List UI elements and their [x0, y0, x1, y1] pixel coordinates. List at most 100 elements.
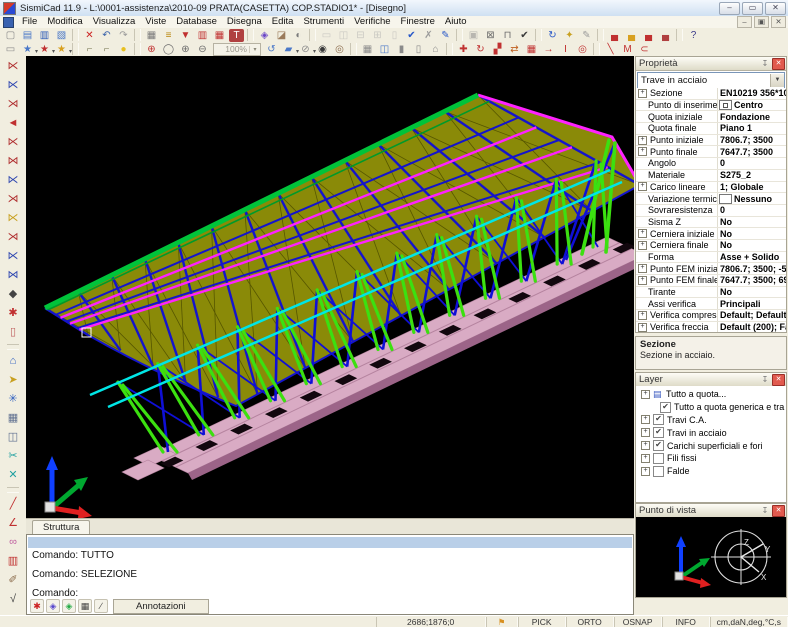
tab-struttura[interactable]: Struttura — [32, 520, 90, 535]
pin-icon[interactable]: ↧ — [760, 375, 770, 385]
orbit-3d-icon[interactable]: ↺ — [264, 43, 279, 56]
view-favorite-red-icon[interactable]: ★▾ — [37, 43, 52, 56]
stretch-tool-icon[interactable]: → — [541, 43, 556, 56]
insert-truss-tool-icon[interactable]: ⋈ — [5, 153, 22, 170]
expand-icon[interactable]: + — [638, 264, 647, 273]
menu-database[interactable]: Database — [171, 16, 222, 28]
hook-deselect-icon[interactable]: ⌐ — [99, 43, 114, 56]
solid-element-tool-icon[interactable]: ◆ — [5, 286, 22, 303]
diagonal-tool-icon[interactable]: ╲ — [603, 43, 618, 56]
insert-pile-tool-icon[interactable]: ⋉ — [5, 248, 22, 265]
rotate-tool-icon[interactable]: ↻ — [473, 43, 488, 56]
opening-tool-icon[interactable]: ▯ — [411, 43, 426, 56]
redo-icon[interactable]: ↷ — [116, 29, 131, 42]
layer-item[interactable]: +Falde — [636, 465, 786, 478]
zoom-in-icon[interactable]: ⊕ — [178, 43, 193, 56]
expand-icon[interactable]: + — [638, 323, 647, 332]
chain-tool-icon[interactable]: ∞ — [5, 534, 22, 551]
menu-aiuto[interactable]: Aiuto — [440, 16, 472, 28]
insert-panel-tool-icon[interactable]: ⋈ — [5, 267, 22, 284]
database-grid-icon[interactable]: ▦ — [144, 29, 159, 42]
insert-brace-tool-icon[interactable]: ⋉ — [5, 172, 22, 189]
print-list-icon[interactable]: ▦ — [78, 599, 92, 613]
property-value-cell[interactable]: No — [718, 228, 786, 239]
property-value-cell[interactable]: Principali — [718, 298, 786, 309]
tool-panel-icon[interactable]: ▣ — [466, 29, 481, 42]
window-tool-icon[interactable]: ◫ — [377, 43, 392, 56]
menu-modifica[interactable]: Modifica — [42, 16, 87, 28]
insert-columns-icon[interactable]: ▥ — [195, 29, 210, 42]
edit-list-icon[interactable]: ≡ — [161, 29, 176, 42]
layer-checkbox[interactable]: ✔ — [653, 427, 664, 438]
property-value-cell[interactable]: 7647.7; 3500; 691 — [718, 275, 786, 286]
restore-button[interactable]: ▭ — [742, 2, 763, 15]
warning-list-icon[interactable]: ◈ — [46, 599, 60, 613]
zoom-extents-icon[interactable]: ◯ — [161, 43, 176, 56]
property-value-cell[interactable]: Asse + Solido — [718, 252, 786, 263]
window-layout-4-icon[interactable]: ⊞ — [370, 29, 385, 42]
status-osnap-toggle[interactable]: OSNAP — [614, 617, 662, 627]
mdi-restore-button[interactable]: ▣ — [754, 16, 769, 28]
checkbox-icon[interactable] — [719, 194, 732, 204]
expand-icon[interactable]: + — [641, 428, 650, 437]
measure-tool-icon[interactable]: √ — [5, 591, 22, 608]
rotate-command-icon[interactable]: ↻ — [545, 29, 560, 42]
draw-disable-icon[interactable]: ✎ — [579, 29, 594, 42]
uncheck-model-icon[interactable]: ✗ — [421, 29, 436, 42]
layer-item[interactable]: +✔Carichi superficiali e fori — [636, 439, 786, 452]
hide-entities-icon[interactable]: ◉ — [315, 43, 330, 56]
check-model-icon[interactable]: ✔ — [404, 29, 419, 42]
hook-select-icon[interactable]: ⌐ — [82, 43, 97, 56]
insert-wall-tool-icon[interactable]: ◄ — [5, 115, 22, 132]
property-value-cell[interactable]: 1; Globale — [718, 182, 786, 193]
status-pick-toggle[interactable]: PICK — [518, 617, 566, 627]
clamp-tool-icon[interactable]: ⊓ — [500, 29, 515, 42]
layer-checkbox[interactable]: ✔ — [660, 402, 671, 413]
zoom-window-icon[interactable]: ⊕ — [144, 43, 159, 56]
insert-beam-tool-icon[interactable]: ⋉ — [5, 77, 22, 94]
insert-found-tool-icon[interactable]: ⋉ — [5, 210, 22, 227]
expand-icon[interactable]: + — [641, 454, 650, 463]
rebar-layout-2-icon[interactable]: ▄ — [624, 29, 639, 42]
close-button[interactable]: ✕ — [765, 2, 786, 15]
favorite-star-icon[interactable]: ✦ — [562, 29, 577, 42]
pan-view-icon[interactable]: ▰▾ — [281, 43, 296, 56]
chevron-down-icon[interactable]: ▼ — [770, 74, 784, 87]
save-state-tool-icon[interactable]: ▥ — [5, 553, 22, 570]
spider-tool-icon[interactable]: ✳ — [5, 391, 22, 408]
picker-tool-icon[interactable]: ➤ — [5, 372, 22, 389]
structural-model-3d[interactable] — [26, 56, 634, 518]
layer-item[interactable]: ✔Tutto a quota generica e tra piani — [636, 401, 786, 414]
close-icon[interactable]: ✕ — [772, 58, 785, 70]
layer-checkbox[interactable]: ✔ — [653, 414, 664, 425]
rebar-layout-1-icon[interactable]: ▄ — [607, 29, 622, 42]
mirror-tool-icon[interactable]: ▞ — [490, 43, 505, 56]
expand-icon[interactable]: + — [638, 276, 647, 285]
property-value-cell[interactable]: Fondazione — [718, 111, 786, 122]
expand-icon[interactable]: + — [638, 182, 647, 191]
undo-icon[interactable]: ↶ — [99, 29, 114, 42]
drawing-canvas[interactable] — [26, 56, 634, 518]
layer-item[interactable]: +Fili fissi — [636, 452, 786, 465]
expand-icon[interactable]: + — [641, 467, 650, 476]
mesh-tool-icon[interactable]: ▦ — [5, 410, 22, 427]
property-value-cell[interactable]: Default (200); Fami — [718, 322, 786, 332]
insert-column-tool-icon[interactable]: ⋊ — [5, 96, 22, 113]
viewpoint-compass[interactable]: ZYX — [636, 517, 786, 597]
save-file-icon[interactable]: ▥ — [37, 29, 52, 42]
new-file-icon[interactable]: ▢ — [3, 29, 18, 42]
expand-icon[interactable]: + — [641, 390, 650, 399]
ok-list-icon[interactable]: ◈ — [62, 599, 76, 613]
insert-tie-tool-icon[interactable]: ⋊ — [5, 191, 22, 208]
expand-icon[interactable]: + — [638, 89, 647, 98]
rebar-layout-3-icon[interactable]: ▄ — [641, 29, 656, 42]
sketch-edit-icon[interactable]: ✎ — [438, 29, 453, 42]
expand-icon[interactable]: + — [638, 229, 647, 238]
expand-icon[interactable]: + — [638, 241, 647, 250]
roof-tool-icon[interactable]: ⌂ — [5, 353, 22, 370]
element-type-combo[interactable]: Trave in acciaio ▼ — [637, 72, 785, 89]
menu-visualizza[interactable]: Visualizza — [88, 16, 141, 28]
slash-list-icon[interactable]: ∕ — [94, 599, 108, 613]
ring-tool-icon[interactable]: ◎ — [575, 43, 590, 56]
property-value-cell[interactable]: 7647.7; 3500 — [718, 146, 786, 157]
